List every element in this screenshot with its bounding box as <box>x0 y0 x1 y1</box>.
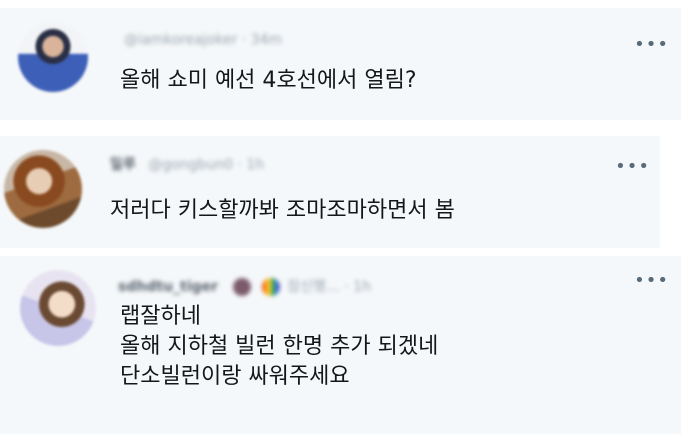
avatar[interactable] <box>4 150 82 228</box>
emoji-icon <box>233 278 252 296</box>
comment-text: 저러다 키스할까봐 조마조마하면서 봄 <box>110 196 455 226</box>
more-options-icon[interactable]: ••• <box>634 272 669 290</box>
comment-line: 단소빌런이랑 싸워주세요 <box>120 364 350 389</box>
comment-line: 랩잘하네 <box>120 304 201 329</box>
comment-text: 올해 쇼미 예선 4호선에서 열림? <box>120 66 417 96</box>
timestamp[interactable]: 1h <box>246 157 264 173</box>
author-handle[interactable]: @iamkoreajoker <box>124 32 237 48</box>
comment-line: 올해 지하철 빌런 한명 추가 되겠네 <box>120 334 439 359</box>
author-name[interactable]: sdhdtu_tiger <box>118 279 218 295</box>
rainbow-flag-icon <box>261 278 280 296</box>
more-options-icon[interactable]: ••• <box>634 36 669 54</box>
avatar[interactable] <box>20 270 96 346</box>
timestamp[interactable]: 34m <box>251 32 282 48</box>
author-name[interactable]: 밀루 <box>110 157 136 173</box>
comment-card[interactable]: @iamkoreajoker · 34m ••• 올해 쇼미 예선 4호선에서 … <box>0 8 681 120</box>
avatar[interactable] <box>18 22 88 92</box>
comment-card[interactable]: sdhdtu_tiger 잠신행… · 1h ••• 랩잘하네 올해 지하철 빌… <box>0 256 681 434</box>
comment-meta: @iamkoreajoker · 34m <box>124 32 283 48</box>
comment-meta: 밀루 @gongbun0 · 1h <box>110 157 265 173</box>
more-options-icon[interactable]: ••• <box>615 158 650 176</box>
author-handle[interactable]: 잠신행… <box>287 279 340 295</box>
timestamp[interactable]: 1h <box>353 279 371 295</box>
comment-meta: sdhdtu_tiger 잠신행… · 1h <box>118 278 372 296</box>
comment-text: 랩잘하네 올해 지하철 빌런 한명 추가 되겠네 단소빌런이랑 싸워주세요 <box>120 302 438 392</box>
comment-card[interactable]: 밀루 @gongbun0 · 1h ••• 저러다 키스할까봐 조마조마하면서 … <box>0 136 660 248</box>
author-handle[interactable]: @gongbun0 <box>148 157 233 173</box>
comment-line: 저러다 키스할까봐 조마조마하면서 봄 <box>110 198 455 223</box>
comment-line: 올해 쇼미 예선 4호선에서 열림? <box>120 68 417 93</box>
